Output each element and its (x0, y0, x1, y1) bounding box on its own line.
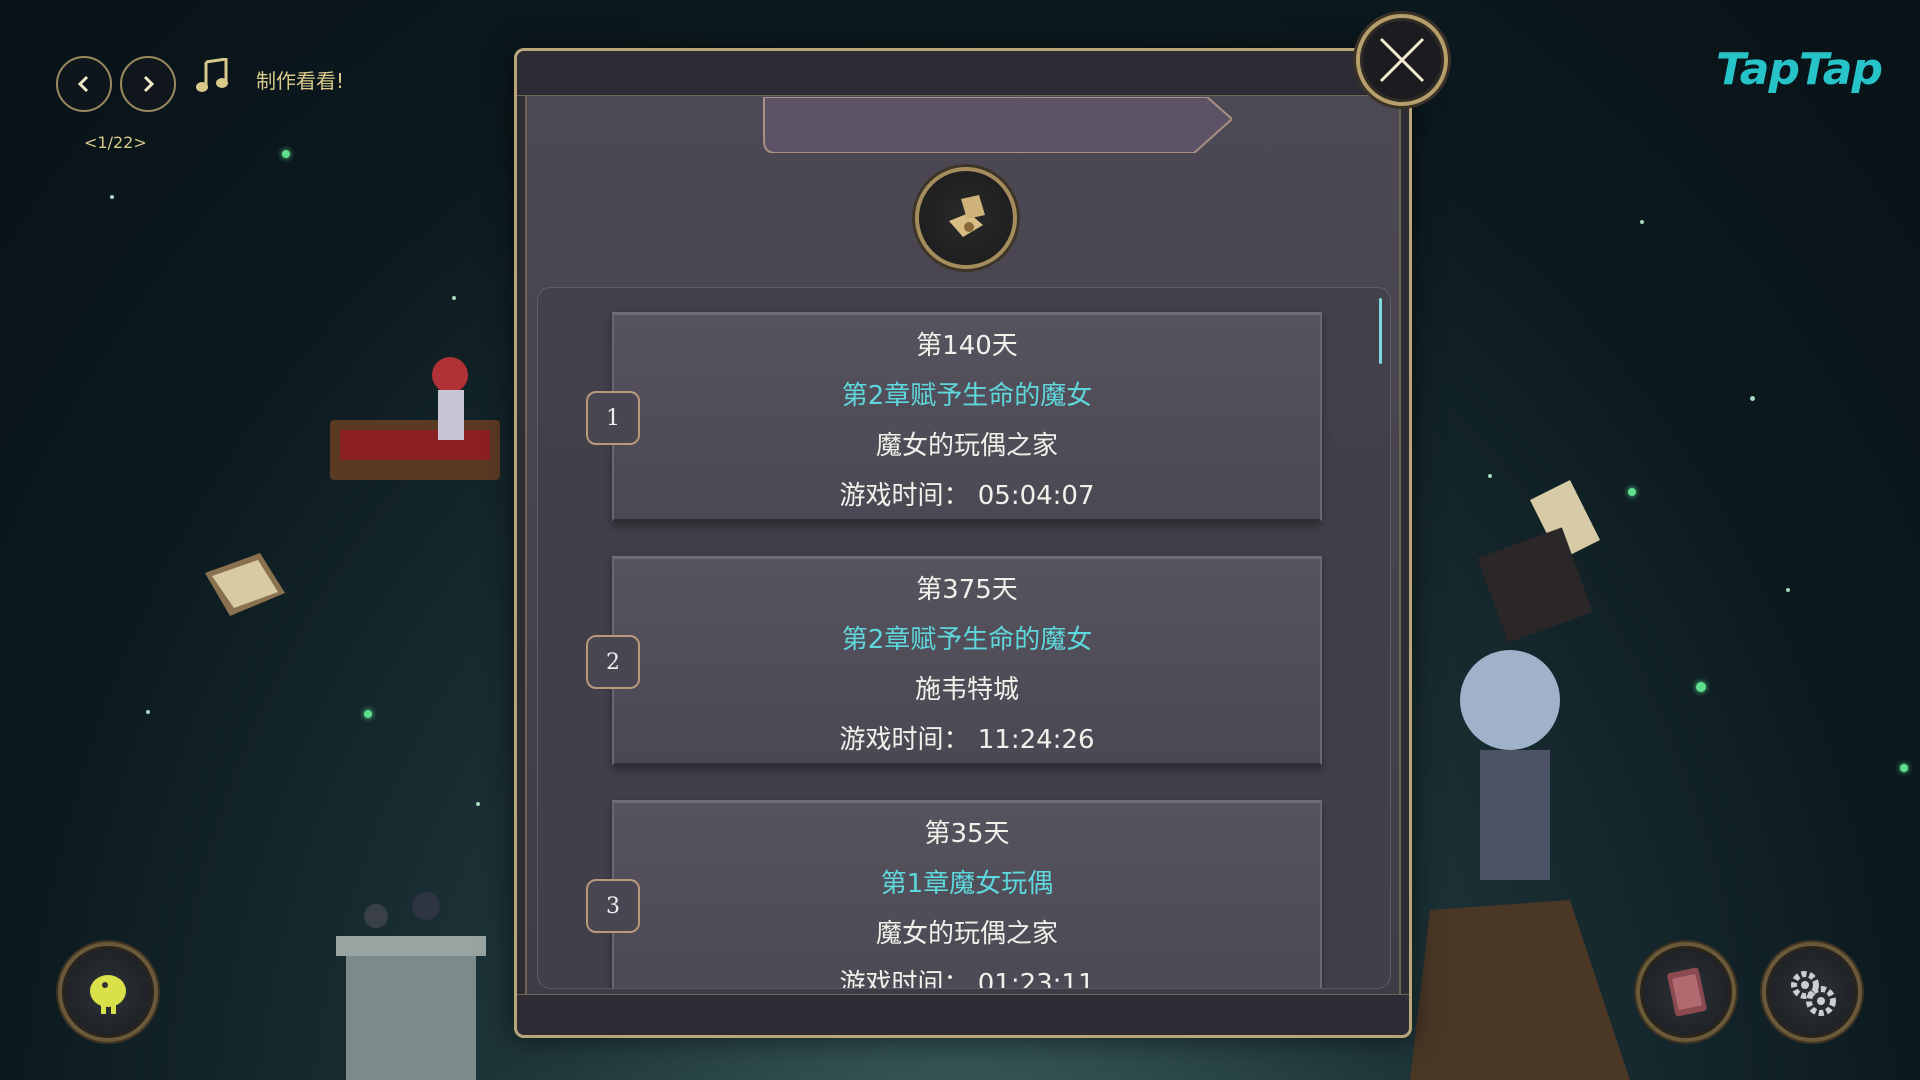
star-decoration (476, 802, 480, 806)
slot-chapter: 第2章赋予生命的魔女 (841, 625, 1093, 655)
slot-playtime: 游戏时间： 11:24:26 (839, 725, 1095, 755)
star-decoration (364, 710, 372, 718)
star-decoration (110, 195, 114, 199)
star-decoration (452, 296, 456, 300)
title-banner (763, 97, 1232, 153)
save-slot[interactable]: 2 第375天 第2章赋予生命的魔女 施韦特城 游戏时间： 11:24:26 (586, 556, 1322, 766)
slot-chapter: 第1章魔女玩偶 (880, 869, 1054, 899)
panel-footer-bar (517, 994, 1409, 1035)
slot-playtime: 游戏时间： 01:23:11 (839, 969, 1095, 989)
slot-location: 魔女的玩偶之家 (875, 919, 1058, 949)
page-counter: <1/22> (84, 133, 147, 152)
save-scroll-icon (949, 195, 985, 237)
floating-book-scenery (205, 553, 285, 616)
panel-header-bar (517, 51, 1409, 96)
slot-day: 第375天 (916, 575, 1018, 605)
chevron-right-icon (143, 75, 155, 93)
save-slot[interactable]: 3 第35天 第1章魔女玩偶 魔女的玩偶之家 游戏时间： 01:23:11 (586, 800, 1322, 989)
save-load-panel: 1 第140天 第2章赋予生命的魔女 魔女的玩偶之家 游戏时间： 05:04:0… (514, 48, 1412, 1038)
star-decoration (146, 710, 150, 714)
slot-day: 第35天 (924, 819, 1010, 849)
scrollbar[interactable] (1379, 298, 1382, 364)
tower-scenery (336, 892, 486, 1080)
save-slot-list[interactable]: 1 第140天 第2章赋予生命的魔女 魔女的玩偶之家 游戏时间： 05:04:0… (537, 287, 1391, 989)
slot-day: 第140天 (916, 331, 1018, 361)
book-button[interactable] (1636, 942, 1736, 1042)
music-note-icon (196, 58, 228, 92)
slot-location: 施韦特城 (914, 675, 1019, 705)
slot-chapter: 第2章赋予生命的魔女 (841, 381, 1093, 411)
music-title: 制作看看! (256, 69, 345, 93)
star-decoration (1786, 588, 1790, 592)
character-icon (90, 975, 126, 1014)
star-decoration (282, 150, 290, 158)
gear-icon (1791, 971, 1836, 1016)
save-slot[interactable]: 1 第140天 第2章赋予生命的魔女 魔女的玩偶之家 游戏时间： 05:04:0… (586, 312, 1322, 522)
previous-track-button[interactable] (56, 56, 112, 112)
close-icon (1379, 37, 1425, 83)
star-decoration (1640, 220, 1644, 224)
floating-bed-scenery (330, 357, 500, 480)
save-emblem (915, 167, 1017, 269)
chevron-left-icon (77, 75, 89, 93)
star-decoration (1488, 474, 1492, 478)
settings-button[interactable] (1762, 942, 1862, 1042)
slot-playtime: 游戏时间： 05:04:07 (839, 481, 1095, 511)
next-track-button[interactable] (120, 56, 176, 112)
book-icon (1667, 967, 1707, 1017)
character-button[interactable] (58, 942, 158, 1042)
star-decoration (1900, 764, 1908, 772)
star-decoration (1750, 396, 1755, 401)
taptap-logo: TapTap (1716, 44, 1883, 95)
slot-location: 魔女的玩偶之家 (875, 431, 1058, 461)
star-decoration (1696, 682, 1706, 692)
close-button[interactable] (1356, 14, 1448, 106)
